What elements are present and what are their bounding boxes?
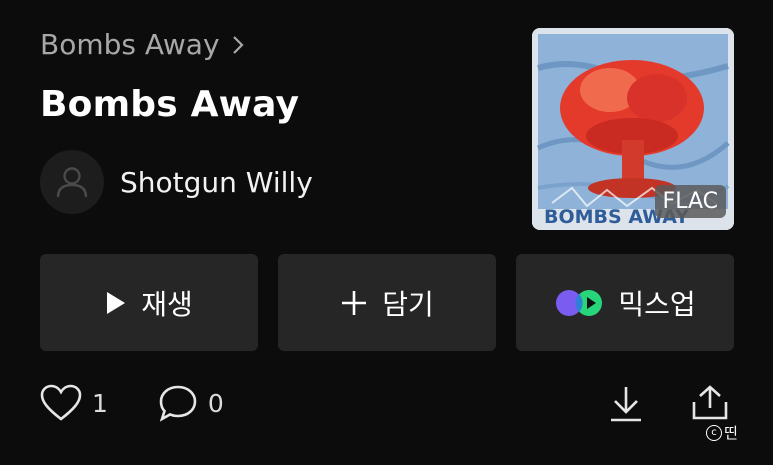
album-cover[interactable]: BOMBS AWAY FLAC bbox=[532, 28, 734, 230]
artist-name: Shotgun Willy bbox=[120, 165, 313, 199]
action-buttons: 재생 담기 믹스업 bbox=[40, 254, 734, 351]
mixup-label: 믹스업 bbox=[618, 287, 696, 321]
play-button[interactable]: 재생 bbox=[40, 254, 258, 351]
comment-icon bbox=[159, 385, 197, 422]
quality-badge: FLAC bbox=[654, 185, 726, 218]
comment-count: 0 bbox=[207, 388, 224, 418]
download-icon bbox=[611, 387, 641, 422]
mixup-button[interactable]: 믹스업 bbox=[516, 254, 734, 351]
watermark: c 띤 bbox=[706, 422, 738, 443]
user-icon bbox=[56, 167, 88, 198]
add-button[interactable]: 담기 bbox=[278, 254, 496, 351]
copyright-circle: c bbox=[706, 424, 722, 441]
play-icon bbox=[107, 291, 126, 314]
track-title: Bombs Away bbox=[40, 84, 300, 125]
share-icon bbox=[692, 385, 728, 420]
download-button[interactable] bbox=[608, 384, 644, 428]
like-count: 1 bbox=[92, 388, 108, 418]
plus-icon bbox=[342, 290, 367, 315]
engagement-stats: 1 0 bbox=[40, 384, 224, 422]
chevron-right-icon bbox=[232, 35, 244, 54]
mixup-icon bbox=[556, 289, 603, 316]
avatar bbox=[40, 150, 104, 214]
watermark-text: 띤 bbox=[724, 424, 738, 442]
play-label: 재생 bbox=[141, 287, 193, 321]
heart-icon bbox=[40, 384, 82, 421]
artist-link[interactable]: Shotgun Willy bbox=[40, 150, 313, 214]
comment-stat[interactable]: 0 bbox=[158, 384, 224, 422]
like-stat[interactable]: 1 bbox=[40, 384, 108, 422]
album-link-label: Bombs Away bbox=[40, 28, 220, 61]
add-label: 담기 bbox=[382, 287, 434, 321]
share-button[interactable] bbox=[690, 384, 730, 426]
album-breadcrumb-link[interactable]: Bombs Away bbox=[40, 28, 246, 61]
